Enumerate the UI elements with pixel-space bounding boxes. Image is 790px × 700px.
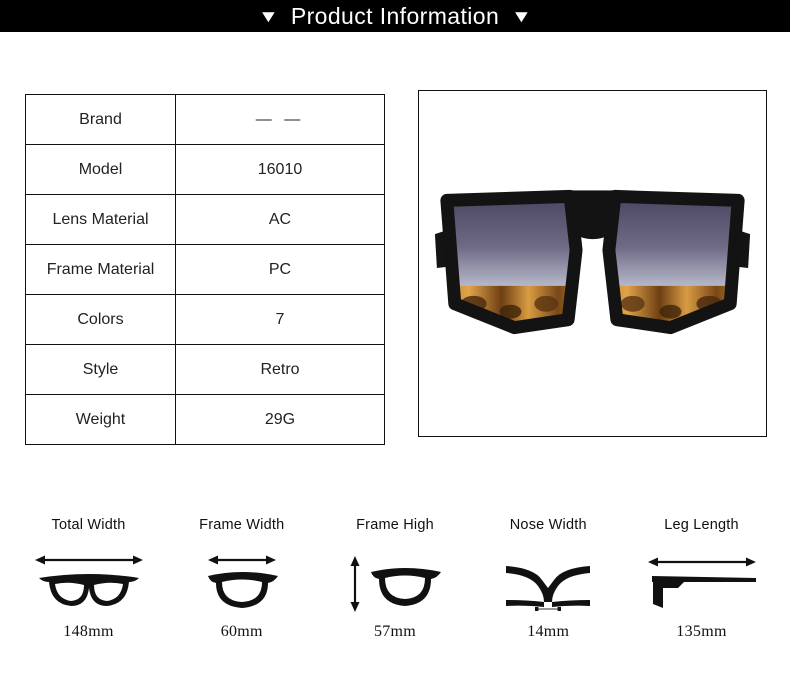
measure-value-frame-high: 57mm bbox=[373, 623, 417, 640]
table-row: Model 16010 bbox=[25, 144, 385, 195]
spec-value-weight: 29G bbox=[175, 394, 385, 445]
measure-value-total-width: 148mm bbox=[63, 623, 114, 640]
table-row: Weight 29G bbox=[25, 394, 385, 445]
measure-label-frame-high: Frame High bbox=[356, 517, 434, 533]
measure-label-frame-width: Frame Width bbox=[199, 517, 285, 533]
spec-value-style: Retro bbox=[175, 344, 385, 395]
measure-item-frame-high: Frame High 57mm bbox=[319, 515, 472, 641]
product-image-panel bbox=[418, 90, 767, 437]
table-row: Brand — — bbox=[25, 94, 385, 145]
measure-label-leg-length: Leg Length bbox=[664, 517, 739, 533]
sunglasses-product-image bbox=[419, 91, 766, 436]
temple-arm-icon bbox=[632, 546, 772, 616]
nose-bridge-icon bbox=[478, 546, 618, 616]
table-row: Colors 7 bbox=[25, 294, 385, 345]
table-row: Frame Material PC bbox=[25, 244, 385, 295]
measure-value-frame-width: 60mm bbox=[220, 623, 263, 640]
measure-label-nose-width: Nose Width bbox=[509, 517, 587, 533]
measure-item-total-width: Total Width 148mm bbox=[12, 515, 165, 641]
specification-table: Brand — — Model 16010 Lens Material AC F… bbox=[25, 94, 385, 445]
glasses-front-icon bbox=[19, 546, 159, 616]
spec-label-model: Model bbox=[25, 144, 176, 195]
spec-label-brand: Brand bbox=[25, 94, 176, 145]
triangle-down-right-icon: ▼ bbox=[511, 6, 533, 26]
spec-value-lens-material: AC bbox=[175, 194, 385, 245]
table-row: Style Retro bbox=[25, 344, 385, 395]
measure-value-nose-width: 14mm bbox=[527, 623, 570, 640]
page-title: Product Information bbox=[290, 2, 500, 29]
single-lens-height-icon bbox=[325, 546, 465, 616]
triangle-down-left-icon: ▼ bbox=[257, 6, 279, 26]
spec-value-model: 16010 bbox=[175, 144, 385, 195]
measure-value-leg-length: 135mm bbox=[676, 623, 727, 640]
spec-label-frame-material: Frame Material bbox=[25, 244, 176, 295]
single-lens-width-icon bbox=[172, 546, 312, 616]
page-header: ▼ Product Information ▼ bbox=[0, 0, 790, 32]
spec-value-brand: — — bbox=[175, 94, 385, 145]
table-row: Lens Material AC bbox=[25, 194, 385, 245]
spec-label-colors: Colors bbox=[25, 294, 176, 345]
spec-value-colors: 7 bbox=[175, 294, 385, 345]
spec-label-lens-material: Lens Material bbox=[25, 194, 176, 245]
measure-item-frame-width: Frame Width 60mm bbox=[165, 515, 318, 641]
measure-item-nose-width: Nose Width 14mm bbox=[472, 515, 625, 641]
measurements-row: Total Width 148mm Frame Width 60mm Frame… bbox=[12, 515, 778, 641]
spec-label-weight: Weight bbox=[25, 394, 176, 445]
spec-label-style: Style bbox=[25, 344, 176, 395]
measure-label-total-width: Total Width bbox=[51, 517, 126, 533]
measure-item-leg-length: Leg Length 135mm bbox=[625, 515, 778, 641]
spec-value-frame-material: PC bbox=[175, 244, 385, 295]
